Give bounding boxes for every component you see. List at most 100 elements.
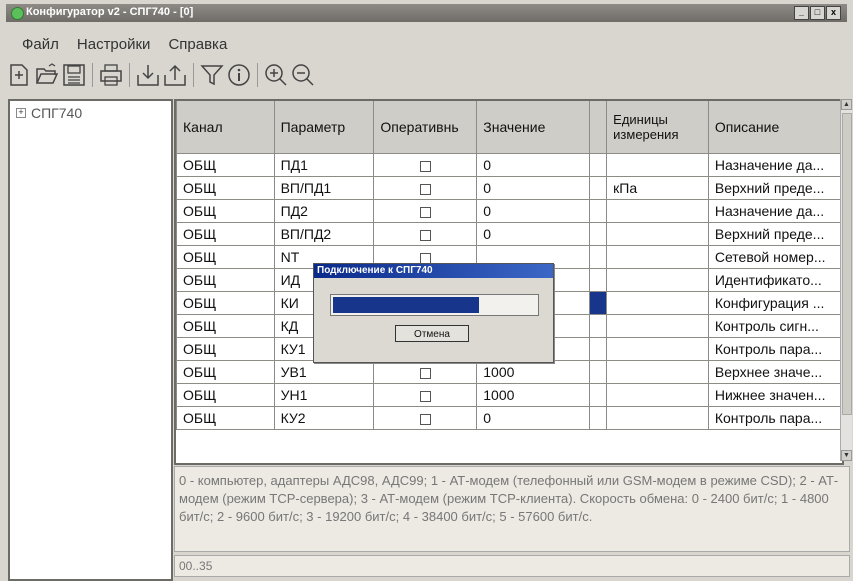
cell-blank[interactable] [588, 406, 608, 430]
minimize-button[interactable]: _ [794, 6, 809, 20]
table-row[interactable]: ОБЩ УВ1 1000 Верхнее значе... [176, 360, 842, 384]
cell-operative[interactable] [373, 199, 478, 223]
cell-description[interactable]: Контроль пара... [707, 406, 842, 430]
open-icon[interactable] [35, 62, 59, 88]
table-row[interactable]: ОБЩ УН1 1000 Нижнее значен... [176, 383, 842, 407]
column-header-channel[interactable]: Канал [176, 101, 275, 154]
operative-checkbox[interactable] [419, 413, 431, 425]
cell-description[interactable]: Верхний преде... [707, 176, 842, 200]
cell-blank[interactable] [588, 222, 608, 246]
operative-checkbox[interactable] [419, 390, 431, 402]
cell-operative[interactable] [373, 406, 478, 430]
cell-channel[interactable]: ОБЩ [176, 176, 275, 200]
cell-blank[interactable] [588, 360, 608, 384]
zoom-out-icon[interactable] [291, 62, 315, 88]
column-header-parameter[interactable]: Параметр [273, 101, 375, 154]
menu-settings[interactable]: Настройки [67, 24, 159, 53]
filter-icon[interactable] [200, 62, 224, 88]
operative-checkbox[interactable] [419, 160, 431, 172]
cell-units[interactable] [606, 222, 709, 246]
column-header-units[interactable]: Единицы измерения [606, 101, 709, 154]
cell-channel[interactable]: ОБЩ [176, 337, 275, 361]
cell-channel[interactable]: ОБЩ [176, 383, 275, 407]
cell-blank[interactable] [588, 314, 608, 338]
column-header-blank[interactable] [588, 101, 608, 154]
cell-operative[interactable] [373, 176, 478, 200]
cell-parameter[interactable]: ВП/ПД2 [273, 222, 375, 246]
cell-units[interactable] [606, 360, 709, 384]
cell-channel[interactable]: ОБЩ [176, 406, 275, 430]
cell-value[interactable]: 0 [476, 222, 590, 246]
table-row[interactable]: ОБЩ КУ2 0 Контроль пара... [176, 406, 842, 430]
cell-description[interactable]: Идентификато... [707, 268, 842, 292]
cell-parameter[interactable]: ПД1 [273, 153, 375, 177]
scroll-up-icon[interactable]: ▲ [841, 99, 852, 110]
cell-description[interactable]: Верхнее значе... [707, 360, 842, 384]
cell-units[interactable] [606, 337, 709, 361]
zoom-in-icon[interactable] [264, 62, 288, 88]
import-icon[interactable] [136, 62, 160, 88]
menu-help[interactable]: Справка [158, 24, 235, 53]
new-icon[interactable] [8, 62, 32, 88]
tree-expander-icon[interactable]: + [16, 108, 26, 118]
scroll-thumb[interactable] [842, 113, 852, 415]
cell-value[interactable]: 1000 [476, 383, 590, 407]
cell-channel[interactable]: ОБЩ [176, 268, 275, 292]
cell-value[interactable]: 0 [476, 153, 590, 177]
cell-units[interactable] [606, 153, 709, 177]
cell-units[interactable]: кПа [606, 176, 709, 200]
cell-channel[interactable]: ОБЩ [176, 314, 275, 338]
cell-description[interactable]: Верхний преде... [707, 222, 842, 246]
cell-operative[interactable] [373, 222, 478, 246]
cell-blank[interactable] [588, 291, 608, 315]
cell-description[interactable]: Сетевой номер... [707, 245, 842, 269]
cell-blank[interactable] [588, 337, 608, 361]
info-icon[interactable] [227, 62, 251, 88]
cell-channel[interactable]: ОБЩ [176, 245, 275, 269]
table-row[interactable]: ОБЩ ПД1 0 Назначение да... [176, 153, 842, 177]
cell-units[interactable] [606, 268, 709, 292]
cell-units[interactable] [606, 406, 709, 430]
export-icon[interactable] [163, 62, 187, 88]
cell-value[interactable]: 1000 [476, 360, 590, 384]
cell-operative[interactable] [373, 360, 478, 384]
cell-channel[interactable]: ОБЩ [176, 360, 275, 384]
table-row[interactable]: ОБЩ ВП/ПД2 0 Верхний преде... [176, 222, 842, 246]
column-header-operative[interactable]: Оперативнь [373, 101, 478, 154]
operative-checkbox[interactable] [419, 229, 431, 241]
scroll-down-icon[interactable]: ▼ [841, 450, 852, 461]
cell-operative[interactable] [373, 153, 478, 177]
cell-blank[interactable] [588, 153, 608, 177]
cell-description[interactable]: Контроль сигн... [707, 314, 842, 338]
cell-description[interactable]: Конфигурация ... [707, 291, 842, 315]
cell-description[interactable]: Контроль пара... [707, 337, 842, 361]
cell-units[interactable] [606, 245, 709, 269]
save-icon[interactable] [62, 62, 86, 88]
maximize-button[interactable]: □ [810, 6, 825, 20]
cell-blank[interactable] [588, 199, 608, 223]
cell-operative[interactable] [373, 383, 478, 407]
cell-channel[interactable]: ОБЩ [176, 291, 275, 315]
cell-description[interactable]: Назначение да... [707, 153, 842, 177]
cell-channel[interactable]: ОБЩ [176, 153, 275, 177]
operative-checkbox[interactable] [419, 183, 431, 195]
cell-units[interactable] [606, 291, 709, 315]
tree-node-spg740[interactable]: + СПГ740 [16, 105, 82, 121]
menu-file[interactable]: Файл [6, 24, 67, 53]
column-header-value[interactable]: Значение [476, 101, 590, 154]
cell-units[interactable] [606, 383, 709, 407]
cell-parameter[interactable]: ВП/ПД1 [273, 176, 375, 200]
cell-parameter[interactable]: УВ1 [273, 360, 375, 384]
operative-checkbox[interactable] [419, 206, 431, 218]
cell-value[interactable]: 0 [476, 199, 590, 223]
close-button[interactable]: x [826, 6, 841, 20]
cell-value[interactable]: 0 [476, 406, 590, 430]
operative-checkbox[interactable] [419, 367, 431, 379]
cancel-button[interactable]: Отмена [395, 325, 469, 342]
print-icon[interactable] [99, 62, 123, 88]
table-row[interactable]: ОБЩ ВП/ПД1 0 кПа Верхний преде... [176, 176, 842, 200]
cell-channel[interactable]: ОБЩ [176, 222, 275, 246]
grid-scrollbar[interactable]: ▲ ▼ [840, 99, 852, 461]
cell-blank[interactable] [588, 245, 608, 269]
cell-value[interactable]: 0 [476, 176, 590, 200]
